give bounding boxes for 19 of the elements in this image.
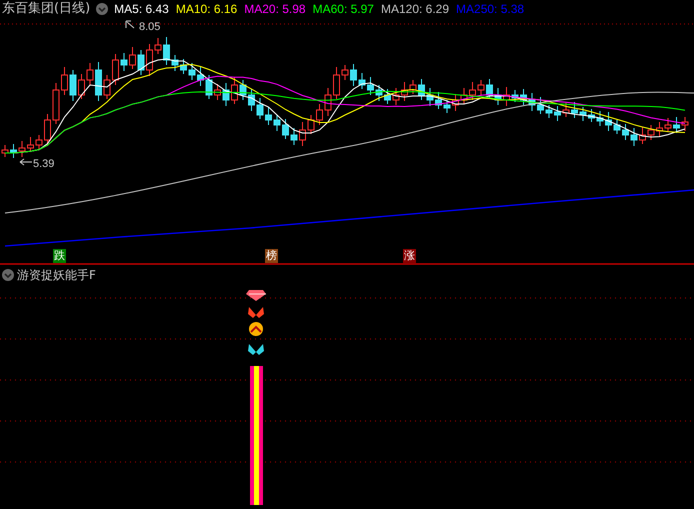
diamond-icon [246, 290, 266, 301]
moving-average-legend: MA10: 6.16 [176, 0, 238, 18]
arrow-icon [126, 20, 134, 28]
arrow-icon [20, 158, 32, 166]
signal-tag: 跌 [53, 249, 66, 263]
moving-average-legend: MA5: 6.43 [114, 0, 169, 18]
price-label: 5.39 [33, 157, 54, 172]
chevron-up-icon [249, 322, 263, 336]
signal-tag: 榜 [265, 249, 278, 263]
price-label: 8.05 [139, 20, 160, 35]
chart-title: 东百集团(日线) [2, 0, 90, 18]
signal-tag: 涨 [403, 249, 416, 263]
moving-average-legend: MA250: 5.38 [456, 0, 524, 18]
moving-average-legend: MA20: 5.98 [244, 0, 306, 18]
chevron-down-icon[interactable] [2, 269, 14, 281]
moving-average-legend: MA120: 6.29 [380, 0, 450, 18]
chevron-down-icon[interactable] [96, 3, 108, 15]
moving-average-legend: MA60: 5.97 [312, 0, 374, 18]
indicator-title: 游资捉妖能手F [17, 267, 96, 284]
